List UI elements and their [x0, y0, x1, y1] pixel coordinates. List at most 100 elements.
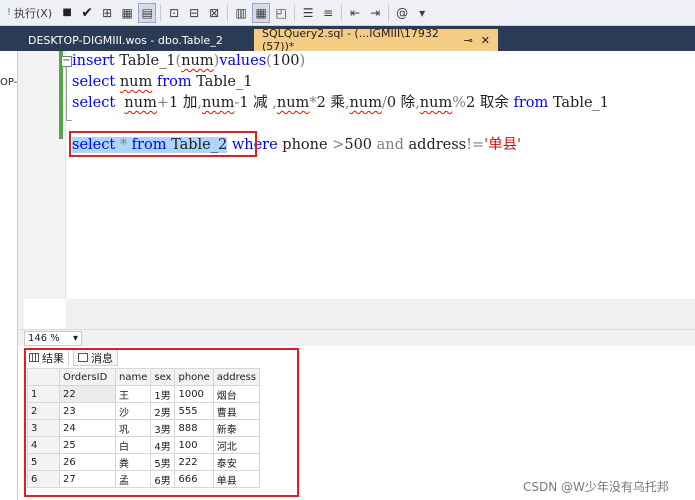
- code-token: '单县': [484, 137, 522, 153]
- code-line[interactable]: select num from Table_1: [72, 72, 609, 93]
- toolbar-separator: [388, 4, 390, 21]
- code-line[interactable]: insert Table_1(num)values(100): [72, 51, 609, 72]
- results-to-grid-button[interactable]: ▤: [138, 2, 157, 23]
- toolbar-separator: [227, 4, 229, 21]
- parse-button[interactable]: ✔: [78, 3, 96, 23]
- snippet-icon: @: [396, 5, 409, 20]
- watermark: CSDN @W少年没有乌托邦: [523, 480, 669, 494]
- code-token: !=: [466, 137, 485, 153]
- client-stats-button[interactable]: ⊟: [185, 3, 203, 23]
- object-explorer[interactable]: OP-: [0, 51, 18, 500]
- code-token: 2 取余: [466, 95, 514, 111]
- collapse-icon[interactable]: −: [61, 56, 72, 67]
- chevron-down-icon: ▾: [72, 332, 78, 344]
- code-token: from: [156, 74, 197, 90]
- code-token: num: [201, 95, 235, 111]
- toolbar-overflow-button[interactable]: ▾: [413, 3, 431, 23]
- code-token: 100: [271, 53, 300, 69]
- results-text-button[interactable]: ▥: [232, 3, 250, 23]
- editor-scroll-area: [66, 299, 695, 329]
- plan-icon: ⊡: [169, 5, 180, 20]
- code-token: 1 减: [239, 95, 273, 111]
- code-token: Table_1: [119, 53, 176, 69]
- outdent-button[interactable]: ⇤: [346, 3, 364, 23]
- code-token: num: [181, 53, 214, 69]
- code-token: and: [376, 137, 409, 153]
- code-token: num: [419, 95, 453, 111]
- text-icon: ▥: [235, 5, 247, 20]
- results-panel: 结果 消息 OrdersID name sex phone address 1 22 王 1男 1…: [18, 346, 695, 500]
- zoom-value: 146 %: [28, 332, 60, 344]
- tab-sql-query[interactable]: SQLQuery2.sql - (...IGMIII\17932 (57))* …: [254, 27, 498, 53]
- indent-icon: ⇥: [370, 5, 381, 20]
- uncomment-icon: ≡: [323, 5, 334, 20]
- toolbar-separator: [341, 4, 343, 21]
- code-token: Table_1: [196, 74, 253, 90]
- code-token: address: [408, 137, 467, 153]
- uncomment-button[interactable]: ≡: [319, 3, 337, 23]
- comment-button[interactable]: ☰: [299, 3, 317, 23]
- outdent-icon: ⇤: [350, 5, 361, 20]
- query-options-button[interactable]: ▦: [118, 3, 136, 23]
- grid-icon: ▦: [255, 5, 267, 20]
- stop-button[interactable]: ■: [58, 3, 76, 23]
- live-icon: ⊠: [209, 5, 220, 20]
- tab-table-design[interactable]: DESKTOP-DIGMIII.wos - dbo.Table_2: [20, 29, 231, 51]
- stats-icon: ⊟: [189, 5, 200, 20]
- code-token: %: [452, 95, 467, 111]
- code-token: insert: [72, 53, 120, 69]
- tab-label: DESKTOP-DIGMIII.wos - dbo.Table_2: [28, 33, 223, 47]
- pin-icon[interactable]: ⊸: [464, 34, 473, 47]
- results-to-icon: ▤: [141, 5, 153, 20]
- code-token: 500: [344, 137, 377, 153]
- more-icon: ▾: [419, 5, 426, 20]
- code-token: num: [349, 95, 382, 111]
- code-token: num: [119, 74, 153, 90]
- document-tab-strip: DESKTOP-DIGMIII.wos - dbo.Table_2 SQLQue…: [0, 26, 695, 53]
- code-token: phone: [282, 137, 333, 153]
- estimated-plan-button[interactable]: ⊞: [98, 3, 116, 23]
- code-token: Table_1: [552, 95, 610, 111]
- file-icon: ◰: [275, 5, 287, 20]
- toolbar-separator: [160, 4, 162, 21]
- include-plan-button[interactable]: ⊡: [165, 3, 183, 23]
- code-token: num: [124, 95, 157, 111]
- execute-button[interactable]: ! 执行(X): [3, 3, 56, 23]
- tab-label: SQLQuery2.sql - (...IGMIII\17932 (57))*: [262, 27, 439, 53]
- code-token: select: [72, 74, 120, 90]
- code-line[interactable]: select num+1 加,num-1 减 ,num*2 乘,num/0 除,…: [72, 93, 609, 114]
- toolbar: ! 执行(X) ■ ✔ ⊞ ▦ ▤ ⊡ ⊟ ⊠ ▥ ▦ ◰ ☰ ≡ ⇤ ⇥ @ …: [0, 0, 695, 26]
- parse-icon: ▦: [121, 5, 133, 20]
- code-token: from: [513, 95, 553, 111]
- code-token: values: [219, 53, 267, 69]
- toolbar-separator: [294, 4, 296, 21]
- comment-icon: ☰: [302, 5, 314, 20]
- specify-values-button[interactable]: @: [393, 3, 411, 23]
- code-token: *: [309, 95, 317, 111]
- indent-button[interactable]: ⇥: [366, 3, 384, 23]
- highlight-annotation: [69, 131, 257, 157]
- code-token: >: [332, 137, 345, 153]
- zoom-select[interactable]: 146 % ▾: [24, 330, 82, 346]
- close-icon[interactable]: ✕: [481, 34, 490, 47]
- object-explorer-fragment: OP-: [0, 77, 18, 88]
- code-token: +: [156, 95, 170, 111]
- plan-icon: ⊞: [102, 5, 113, 20]
- code-token: num: [276, 95, 310, 111]
- query-editor[interactable]: − insert Table_1(num)values(100) select n…: [24, 51, 695, 329]
- code-token: 1 加: [169, 95, 198, 111]
- check-icon: ✔: [81, 4, 93, 21]
- stop-icon: ■: [62, 7, 72, 18]
- live-stats-button[interactable]: ⊠: [205, 3, 223, 23]
- results-file-button[interactable]: ◰: [272, 3, 290, 23]
- code-token: 0 除: [386, 95, 416, 111]
- play-icon: !: [7, 7, 12, 18]
- code-token: ): [299, 53, 306, 69]
- editor-status-bar: 146 % ▾: [18, 329, 695, 346]
- code-token: 2 乘: [316, 95, 345, 111]
- highlight-annotation: [24, 348, 299, 497]
- execute-label: 执行(X): [14, 6, 53, 20]
- code-token: select: [72, 95, 125, 111]
- results-grid-button[interactable]: ▦: [252, 2, 271, 23]
- outline-line: [66, 67, 67, 121]
